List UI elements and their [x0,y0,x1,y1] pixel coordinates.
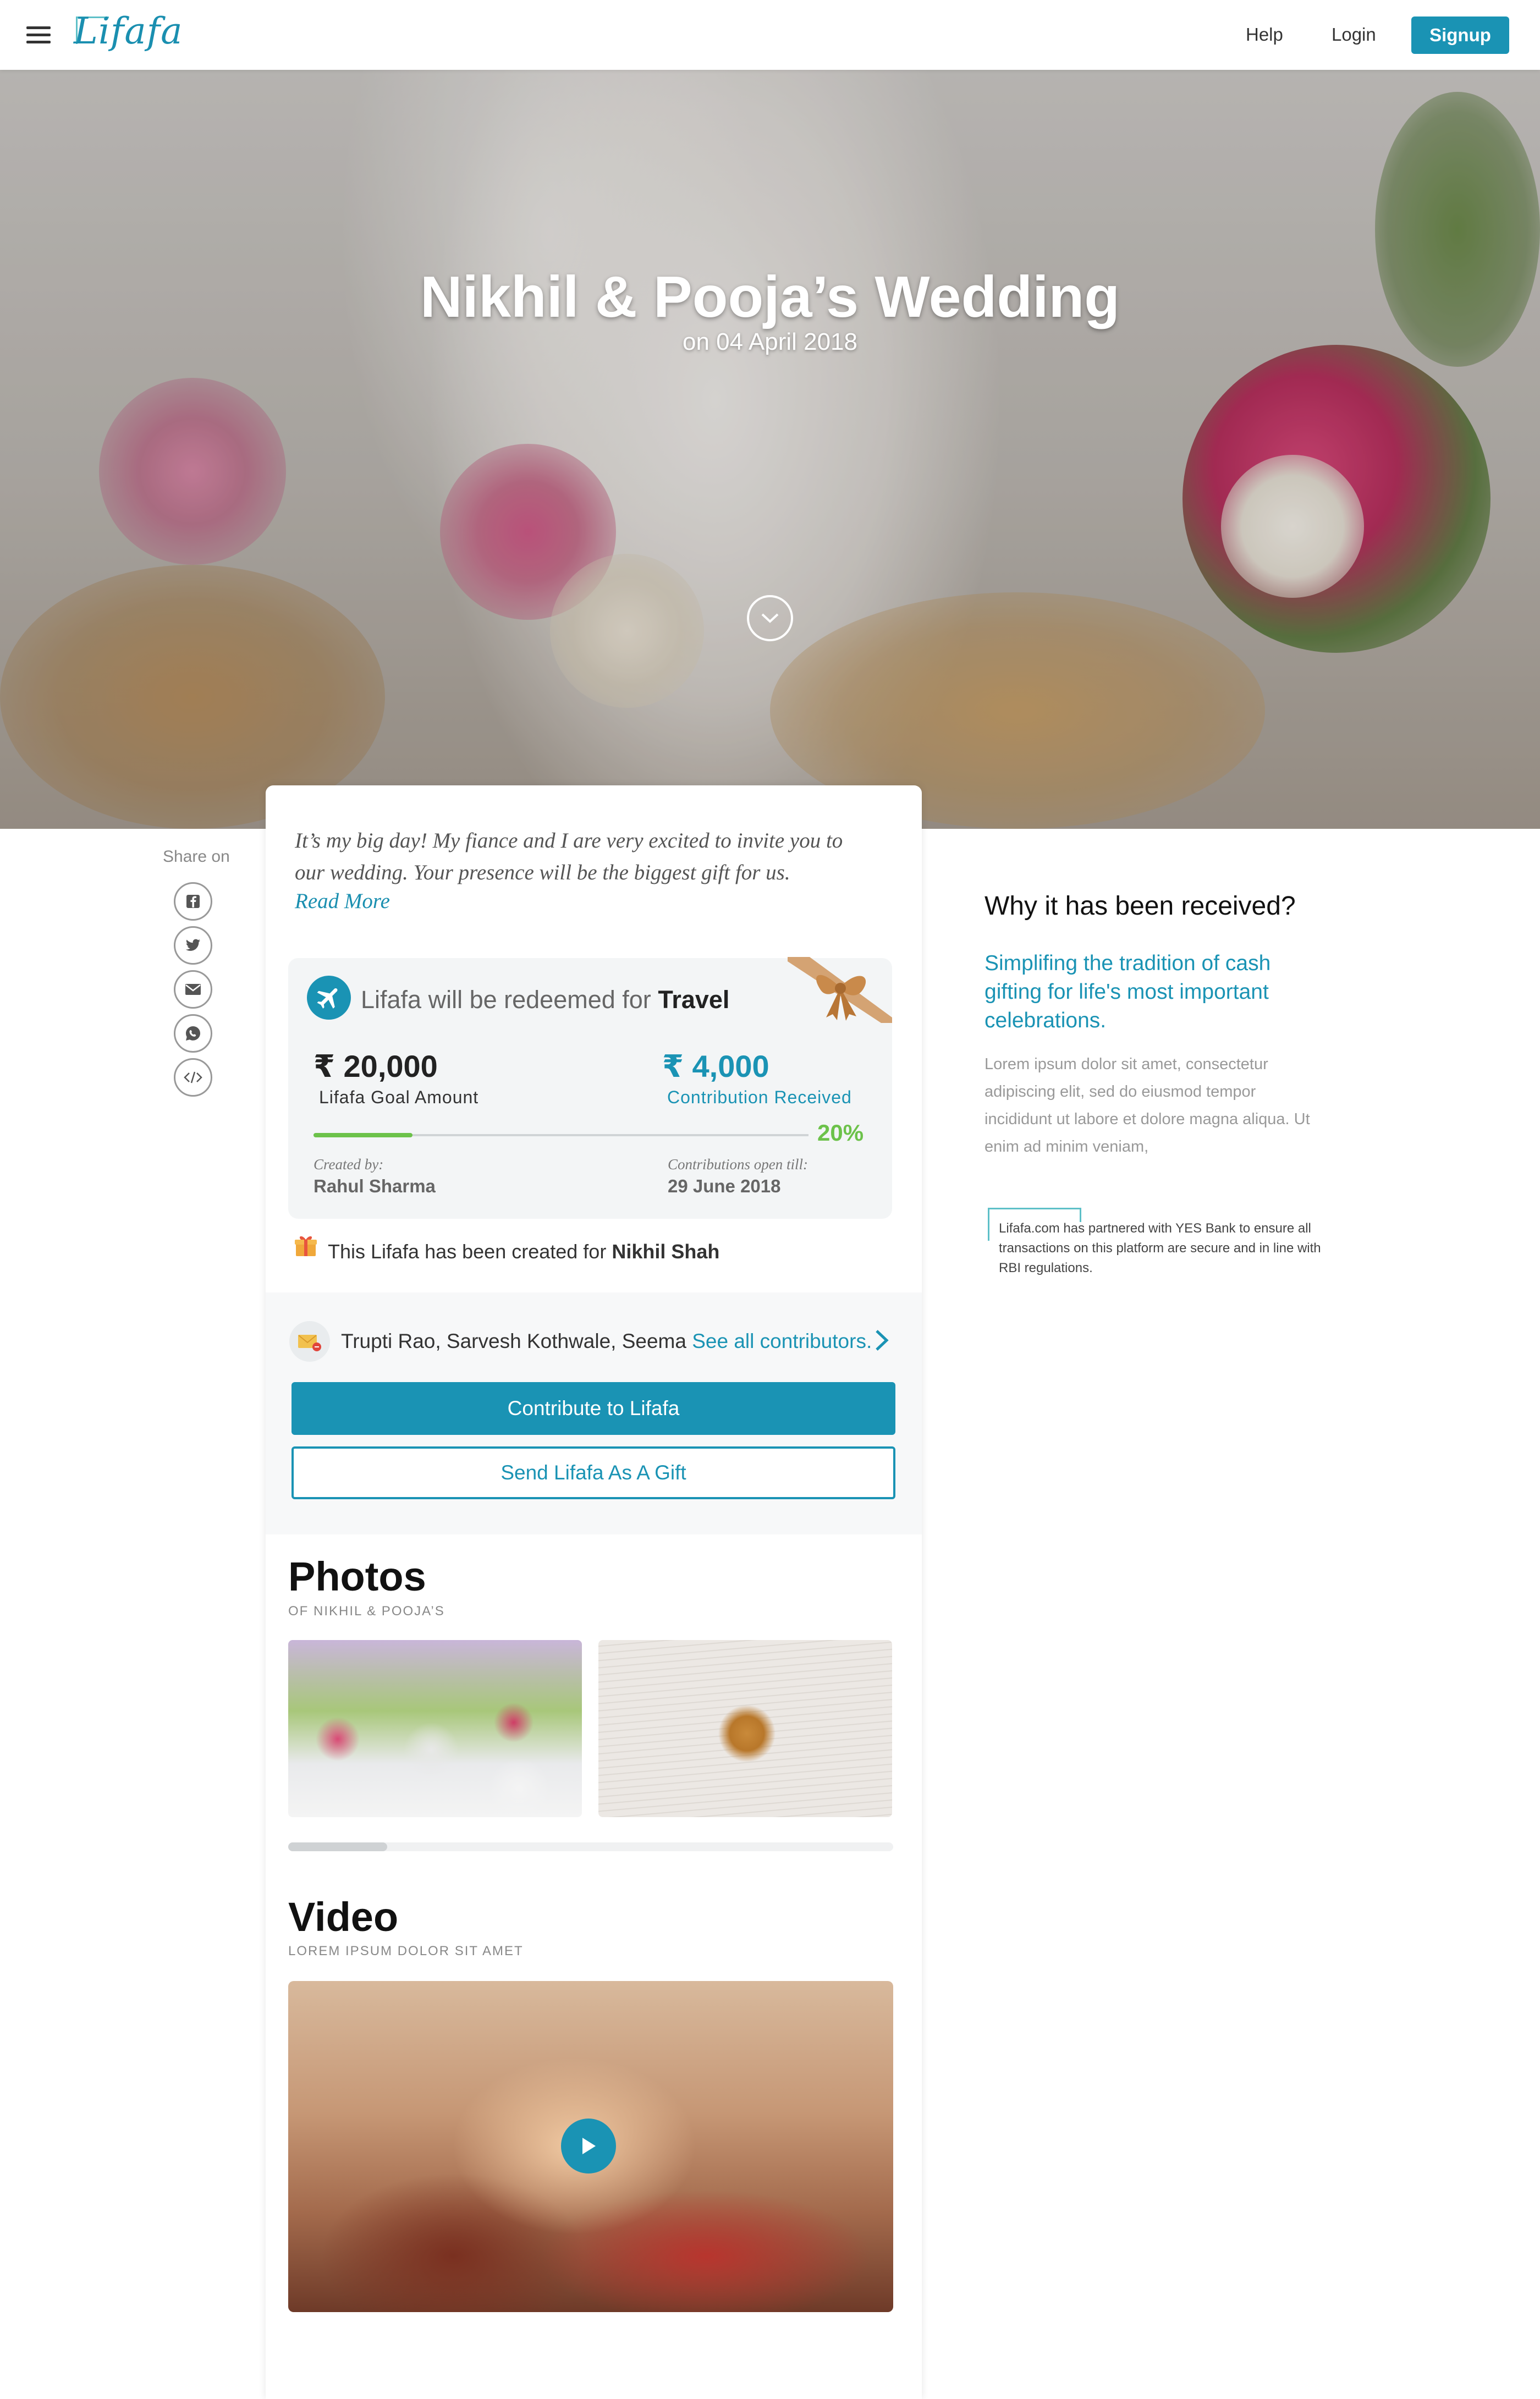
help-link[interactable]: Help [1246,24,1283,45]
chevron-right-icon[interactable] [873,1328,890,1353]
facebook-share-button[interactable] [174,882,212,921]
contributors-avatar [289,1321,330,1362]
chevron-down-icon [761,613,779,623]
redeem-purpose: Lifafa will be redeemed for Travel [361,986,729,1014]
redeem-prefix: Lifafa will be redeemed for [361,986,651,1014]
logo[interactable]: Lifafa [74,10,183,52]
hero-overlay [0,70,1540,829]
contributor-names: Trupti Rao, Sarvesh Kothwale, Seema [341,1330,686,1352]
contributors-list: Trupti Rao, Sarvesh Kothwale, Seema See … [341,1330,872,1353]
read-more-link[interactable]: Read More [295,889,390,914]
whatsapp-share-button[interactable] [174,1014,212,1053]
gift-icon [295,1236,317,1256]
envelope-icon [298,1335,321,1351]
hero-banner [0,70,1540,829]
email-share-button[interactable] [174,970,212,1009]
login-link[interactable]: Login [1332,24,1376,45]
twitter-icon [185,939,200,951]
photo-reception-table[interactable] [288,1640,582,1817]
progress-fill [314,1133,413,1137]
ribbon-bow-icon [788,957,892,1023]
menu-icon[interactable] [26,26,51,44]
whatsapp-icon [186,1026,200,1041]
received-amount-label: Contribution Received [667,1087,852,1107]
created-for-text: This Lifafa has been created for Nikhil … [328,1240,719,1263]
signup-button[interactable]: Signup [1411,16,1509,54]
why-received-subtitle: Simplifing the tradition of cash gifting… [985,951,1271,1032]
gallery-scroll-thumb[interactable] [288,1842,387,1851]
share-label: Share on [163,848,230,866]
facebook-icon [186,895,200,908]
play-button[interactable] [561,2119,616,2174]
redeem-category: Travel [658,986,730,1014]
photos-subtitle: OF NIKHIL & POOJA’S [288,1604,445,1619]
event-date: on 04 April 2018 [682,328,858,355]
scroll-down-button[interactable] [747,595,793,641]
event-title: Nikhil & Pooja’s Wedding [420,265,1120,329]
play-icon [582,2138,596,2154]
recipient-name: Nikhil Shah [612,1240,720,1263]
open-till-date: 29 June 2018 [668,1176,781,1196]
progress-percentage: 20% [817,1120,864,1146]
created-for-prefix: This Lifafa has been created for [328,1240,607,1263]
embed-icon [184,1071,202,1083]
partner-note: Lifafa.com has partnered with YES Bank t… [999,1221,1321,1275]
see-all-contributors-link[interactable]: See all contributors. [692,1330,872,1352]
video-title: Video [288,1894,399,1940]
created-by-label: Created by: [314,1156,384,1173]
contribute-button[interactable]: Contribute to Lifafa [292,1382,895,1435]
open-till-label: Contributions open till: [668,1156,809,1173]
goal-amount: ₹ 20,000 [314,1049,438,1083]
why-received-body: Lorem ipsum dolor sit amet, consectetur … [985,1055,1310,1156]
send-gift-button[interactable]: Send Lifafa As A Gift [292,1446,895,1499]
why-received-title: Why it has been received? [985,892,1296,921]
created-by-name: Rahul Sharma [314,1176,436,1196]
email-icon [185,984,201,995]
video-subtitle: LOREM IPSUM DOLOR SIT AMET [288,1944,524,1958]
twitter-share-button[interactable] [174,926,212,965]
event-intro-text: It’s my big day! My fiance and I are ver… [295,829,843,884]
plane-icon [307,976,351,1020]
photo-rings-on-book[interactable] [598,1640,892,1817]
embed-share-button[interactable] [174,1058,212,1097]
photos-title: Photos [288,1554,426,1599]
received-amount: ₹ 4,000 [662,1049,769,1083]
top-nav-bar: Lifafa Help Login Signup [0,0,1540,70]
goal-amount-label: Lifafa Goal Amount [319,1087,479,1107]
